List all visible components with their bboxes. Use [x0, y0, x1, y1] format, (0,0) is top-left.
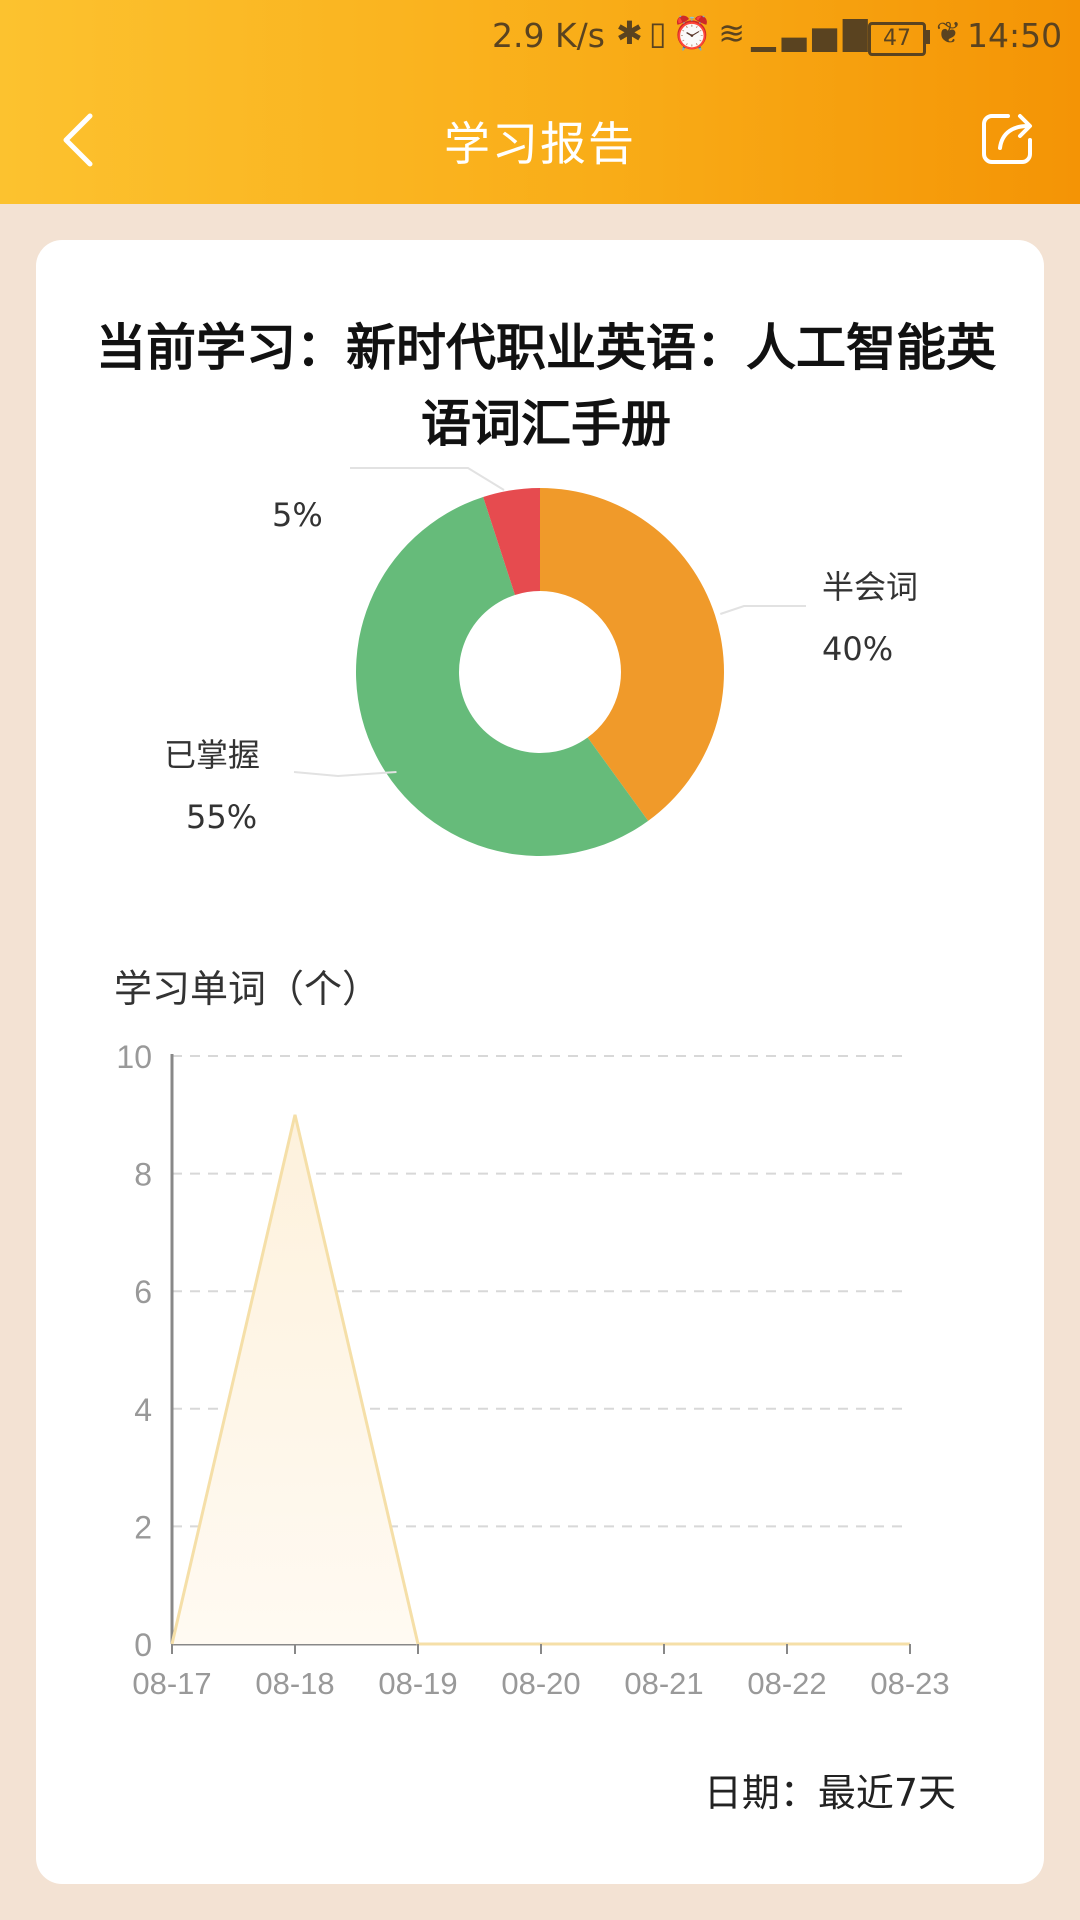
header-bar: 2.9 K/s ✱▯⏰≋▁▃▅▇ 47 ❦ 14:50 学习报告 [0, 0, 1080, 204]
page-title: 学习报告 [444, 117, 636, 171]
x-tick-label: 08-18 [255, 1666, 334, 1701]
x-tick-label: 08-20 [501, 1666, 580, 1701]
date-range-label: 日期：最近7天 [703, 1771, 956, 1815]
report-card: 当前学习：新时代职业英语：人工智能英语词汇手册 半会词 40% 已掌握 55% … [36, 240, 1044, 1884]
x-tick-label: 08-21 [624, 1666, 703, 1701]
alarm-icon: ⏰ [672, 14, 719, 52]
bluetooth-icon: ✱ [616, 14, 649, 52]
signal-4g-icon: ▁▃▅▇ [751, 14, 874, 52]
status-icons: ✱▯⏰≋▁▃▅▇ [616, 14, 874, 52]
y-tick-label: 6 [134, 1274, 152, 1310]
network-speed: 2.9 K/s [492, 16, 605, 55]
battery-tip [925, 30, 930, 44]
y-tick-label: 10 [116, 1039, 152, 1075]
x-tick-label: 08-17 [132, 1666, 211, 1701]
y-tick-label: 0 [134, 1627, 152, 1663]
share-button[interactable] [978, 108, 1038, 168]
leaf-icon: ❦ [936, 16, 962, 51]
status-bar: 2.9 K/s ✱▯⏰≋▁▃▅▇ 47 ❦ 14:50 [0, 0, 1080, 78]
x-tick-label: 08-22 [747, 1666, 826, 1701]
x-tick-label: 08-23 [870, 1666, 949, 1701]
x-tick-label: 08-19 [378, 1666, 457, 1701]
share-icon [982, 114, 1032, 164]
clock: 14:50 [967, 16, 1063, 55]
vibrate-icon: ▯ [648, 14, 673, 52]
battery-icon: 47 [868, 22, 926, 56]
nav-bar: 学习报告 [0, 78, 1080, 204]
y-tick-label: 8 [134, 1157, 152, 1193]
study-words-area-chart: 0 2 4 6 8 10 08-17 08-18 08-19 08-20 08-21 08-22 08-… [116, 1039, 949, 1701]
y-tick-label: 2 [134, 1509, 152, 1545]
area-fill [172, 1114, 910, 1644]
y-tick-label: 4 [134, 1392, 152, 1428]
wifi-icon: ≋ [718, 14, 752, 52]
